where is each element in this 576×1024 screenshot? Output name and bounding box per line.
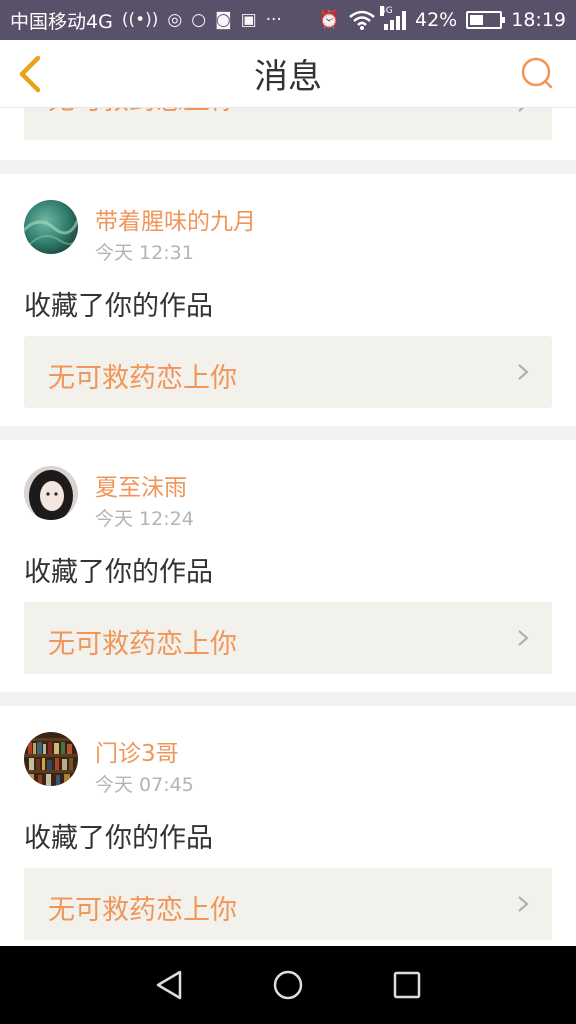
- chevron-left-icon: [19, 55, 41, 93]
- timestamp: 今天 07:45: [95, 774, 194, 796]
- wifi-tool-icon: ◙: [215, 10, 232, 30]
- more-icon: ···: [265, 10, 282, 30]
- avatar[interactable]: [24, 466, 78, 520]
- battery-percent: 42%: [415, 9, 458, 31]
- clock: 18:19: [511, 9, 566, 31]
- chevron-right-icon: [518, 364, 529, 380]
- back-button[interactable]: [12, 54, 52, 94]
- signal-icon: 4G: [380, 6, 406, 30]
- recents-square-icon[interactable]: [390, 968, 424, 1002]
- list-item: 夏至沫雨 今天 12:24 收藏了你的作品 无可救药恋上你: [0, 440, 576, 692]
- page-title: 消息: [254, 57, 322, 97]
- wifi-icon: [349, 10, 375, 30]
- message-icon: ○: [191, 10, 207, 30]
- chevron-right-icon: [518, 896, 529, 912]
- image-icon: ▣: [240, 10, 257, 30]
- status-left: 中国移动4G ((•)) ◎ ○ ◙ ▣ ···: [10, 7, 282, 34]
- user-name[interactable]: 带着腥味的九月: [95, 202, 256, 236]
- list-item: 带着腥味的九月 今天 12:31 收藏了你的作品 无可救药恋上你: [0, 174, 576, 426]
- avatar[interactable]: [24, 200, 78, 254]
- user-name[interactable]: 夏至沫雨: [95, 468, 187, 502]
- list-item: 门诊3哥 今天 07:45 收藏了你的作品 无可救药恋上你: [0, 706, 576, 946]
- user-name[interactable]: 门诊3哥: [95, 734, 179, 768]
- location-icon: ◎: [167, 10, 183, 30]
- message-list[interactable]: 无可救药恋上你 带着腥味的九月 今天 12:31 收藏了你的作品 无可救药恋上你…: [0, 108, 576, 946]
- action-text: 收藏了你的作品: [24, 823, 213, 854]
- work-link[interactable]: 无可救药恋上你: [24, 868, 552, 940]
- action-text: 收藏了你的作品: [24, 557, 213, 588]
- work-title: 无可救药恋上你: [48, 895, 237, 926]
- alarm-icon: ⏰: [318, 10, 340, 30]
- search-icon: [521, 57, 553, 89]
- work-link[interactable]: 无可救药恋上你: [24, 108, 552, 140]
- work-title: 无可救药恋上你: [48, 363, 237, 394]
- avatar[interactable]: [24, 732, 78, 786]
- work-link[interactable]: 无可救药恋上你: [24, 336, 552, 408]
- work-title: 无可救药恋上你: [48, 629, 237, 660]
- carrier-label: 中国移动4G: [10, 10, 113, 33]
- timestamp: 今天 12:24: [95, 508, 194, 530]
- status-right: ⏰ 4G 42% 18:19: [318, 6, 566, 31]
- chevron-right-icon: [518, 630, 529, 646]
- network-tag: 4G: [380, 6, 393, 16]
- chevron-right-icon: [518, 108, 524, 112]
- hotspot-icon: ((•)): [121, 10, 159, 30]
- work-link[interactable]: 无可救药恋上你: [24, 602, 552, 674]
- list-item-partial: 无可救药恋上你: [0, 108, 576, 160]
- status-bar: 中国移动4G ((•)) ◎ ○ ◙ ▣ ··· ⏰ 4G 42% 18:19: [0, 0, 576, 40]
- back-triangle-icon[interactable]: [152, 968, 186, 1002]
- search-button[interactable]: [520, 56, 554, 90]
- battery-fill: [470, 15, 484, 25]
- timestamp: 今天 12:31: [95, 242, 194, 264]
- system-nav-bar: [0, 946, 576, 1024]
- battery-icon: [466, 11, 506, 29]
- action-text: 收藏了你的作品: [24, 291, 213, 322]
- home-circle-icon[interactable]: [271, 968, 305, 1002]
- work-title: 无可救药恋上你: [48, 108, 237, 117]
- header: 消息: [0, 40, 576, 108]
